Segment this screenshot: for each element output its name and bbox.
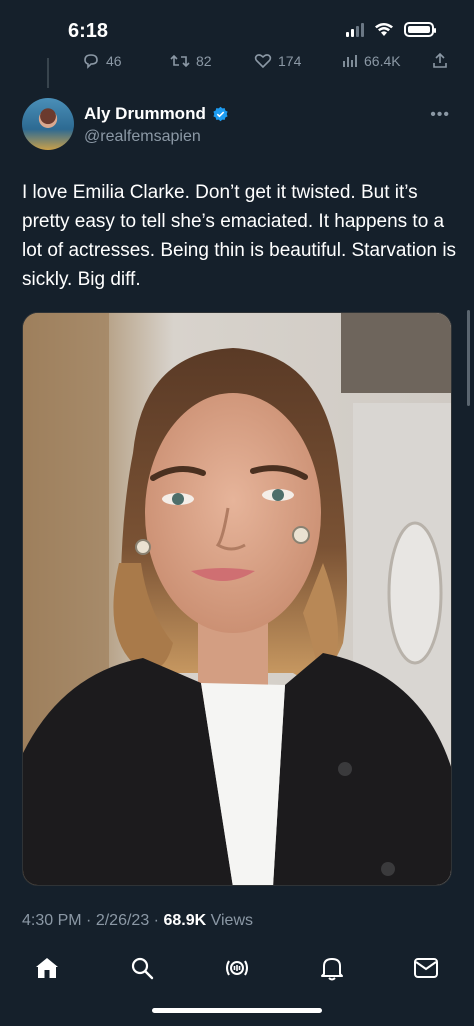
cellular-signal-icon [346, 22, 364, 37]
reply-action[interactable]: 46 [82, 53, 122, 69]
tweet-views-label: Views [210, 912, 253, 929]
views-count: 66.4K [364, 53, 401, 69]
share-icon [433, 53, 447, 68]
meta-separator: · [86, 912, 96, 929]
scrollbar[interactable] [467, 310, 470, 406]
status-time: 6:18 [68, 20, 109, 42]
tab-spaces[interactable] [217, 948, 257, 988]
more-options-icon[interactable]: ••• [430, 106, 450, 124]
bottom-tab-bar [0, 940, 474, 1026]
retweet-action[interactable]: 82 [170, 53, 212, 69]
spaces-icon [226, 960, 248, 976]
tab-home[interactable] [27, 948, 67, 988]
views-action[interactable]: 66.4K [342, 53, 401, 69]
tweet-date: 2/26/23 [95, 912, 150, 929]
home-indicator[interactable] [152, 1008, 322, 1013]
avatar[interactable] [22, 98, 74, 150]
tweet-views-count[interactable]: 68.9K [163, 912, 206, 929]
previous-tweet-actions: 46 82 174 66.4K [0, 50, 474, 88]
search-icon [131, 957, 154, 980]
wifi-icon [375, 23, 393, 36]
notifications-icon [321, 958, 343, 981]
tab-search[interactable] [122, 948, 162, 988]
tweet-time: 4:30 PM [22, 912, 82, 929]
share-action[interactable] [432, 53, 448, 69]
meta-separator: · [153, 912, 164, 929]
tweet-meta: 4:30 PM · 2/26/23 · 68.9K Views [22, 912, 253, 930]
home-icon [36, 958, 58, 978]
like-action[interactable]: 174 [254, 53, 301, 69]
messages-icon [414, 958, 438, 978]
tweet-photo[interactable] [22, 312, 452, 886]
retweet-icon [170, 54, 190, 68]
tab-notifications[interactable] [312, 948, 352, 988]
like-count: 174 [278, 53, 302, 69]
author-name: Aly Drummond [84, 104, 206, 123]
tweet-author: Aly Drummond @realfemsapien ••• [22, 98, 452, 154]
verified-badge-icon [213, 106, 228, 121]
thread-line [47, 58, 49, 88]
tab-messages[interactable] [406, 948, 446, 988]
tweet-text: I love Emilia Clarke. Don’t get it twist… [22, 182, 457, 290]
photo-image [23, 313, 451, 885]
author-handle[interactable]: @realfemsapien [84, 128, 201, 146]
author-name-row[interactable]: Aly Drummond [84, 104, 229, 124]
retweet-count: 82 [196, 53, 212, 69]
views-chart-icon [343, 55, 357, 67]
status-icons [346, 22, 436, 37]
reply-icon [84, 54, 98, 69]
reply-count: 46 [106, 53, 122, 69]
heart-icon [254, 54, 272, 69]
battery-icon [404, 22, 436, 37]
